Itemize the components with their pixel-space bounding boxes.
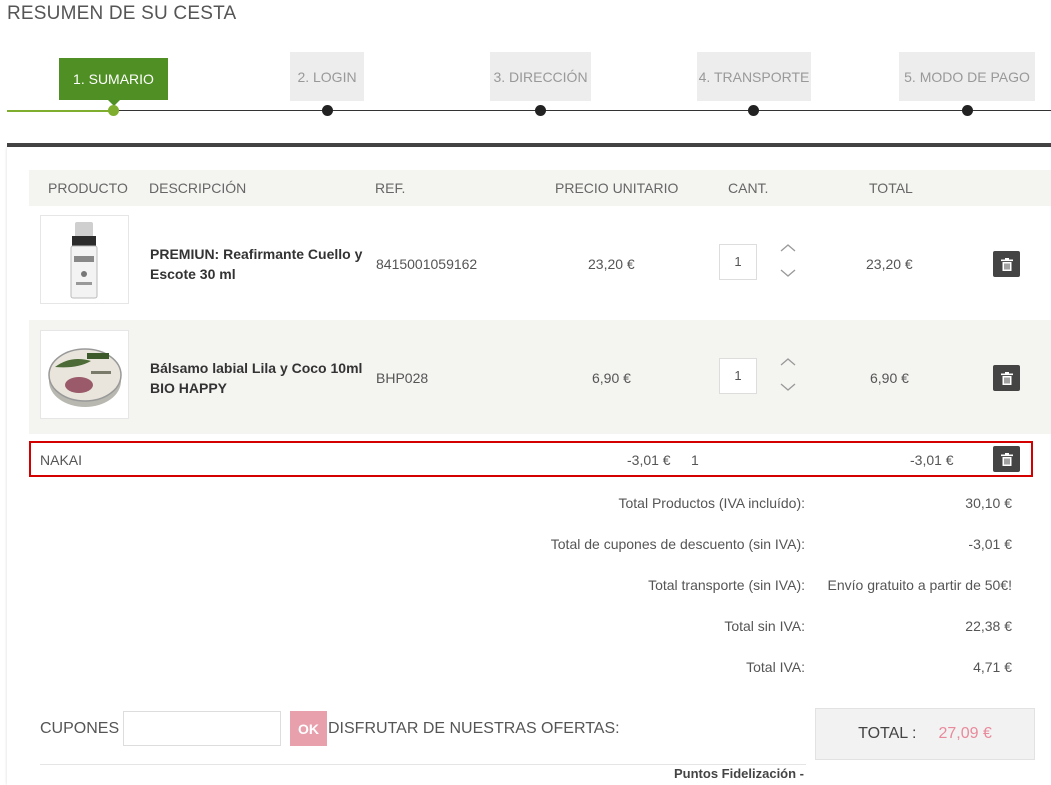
total-tax-label: Total IVA: — [746, 659, 805, 675]
grand-total-value: 27,09 € — [938, 725, 992, 742]
total-products-value: 30,10 € — [965, 495, 1012, 511]
divider — [40, 764, 806, 765]
total-products-label: Total Productos (IVA incluído): — [618, 495, 806, 511]
offers-label: DISFRUTAR DE NUESTRAS OFERTAS: — [328, 720, 620, 737]
coupons-label: CUPONES — [40, 720, 120, 737]
loyalty-points-label: Puntos Fidelización - — [674, 766, 805, 781]
total-shipping-value: Envío gratuito a partir de 50€! — [827, 577, 1012, 593]
total-without-tax-label: Total sin IVA: — [724, 618, 805, 634]
total-tax-value: 4,71 € — [973, 659, 1012, 675]
coupon-ok-button[interactable]: OK — [290, 711, 327, 746]
total-without-tax-value: 22,38 € — [965, 618, 1012, 634]
grand-total-label: TOTAL : — [858, 725, 917, 742]
coupon-input[interactable] — [123, 711, 281, 746]
total-shipping-label: Total transporte (sin IVA): — [648, 577, 805, 593]
total-coupons-label: Total de cupones de descuento (sin IVA): — [550, 536, 805, 552]
grand-total-box: TOTAL : 27,09 € — [815, 708, 1035, 760]
cart-totals: Total Productos (IVA incluído): 30,10 € … — [0, 0, 1051, 785]
total-coupons-value: -3,01 € — [968, 536, 1012, 552]
